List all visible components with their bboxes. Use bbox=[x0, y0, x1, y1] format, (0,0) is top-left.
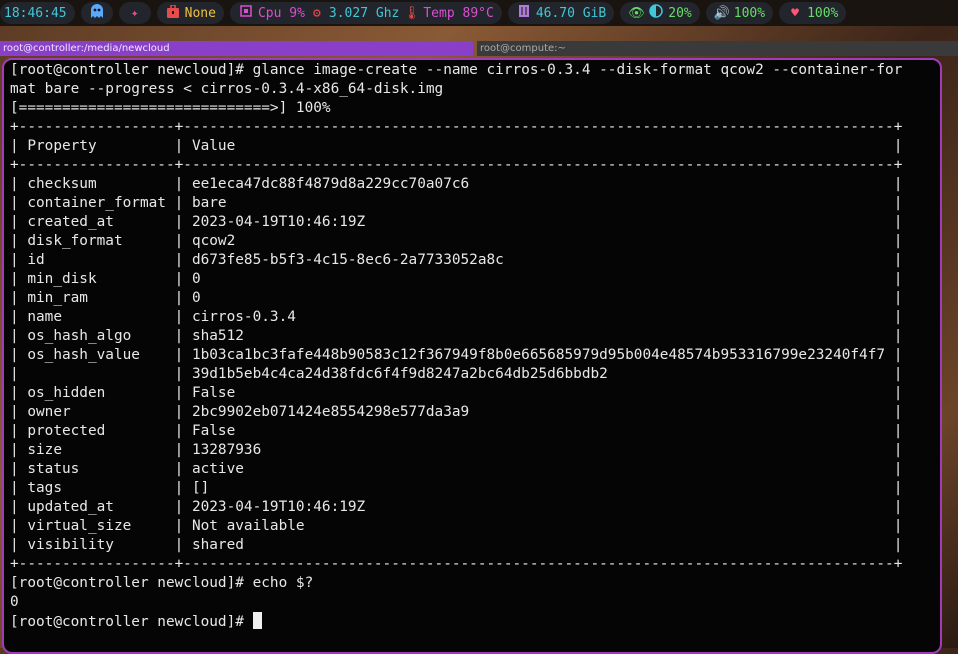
terminal-line: +------------------+--------------------… bbox=[10, 556, 903, 572]
clock-text: 18:46:45 bbox=[4, 5, 67, 21]
package-widget[interactable]: None bbox=[156, 2, 224, 24]
ghost-widget[interactable] bbox=[80, 2, 113, 24]
status-bar: 18:46:45 ✦ None Cpu 9% ⚙ 3.027 Ghz 🌡 Tem… bbox=[0, 0, 958, 26]
terminal-line: | size | 13287936 | bbox=[10, 442, 903, 458]
cpu-text: Cpu 9% bbox=[257, 5, 305, 21]
terminal-line: | visibility | shared | bbox=[10, 537, 903, 553]
terminal-line: | os_hash_value | 1b03ca1bc3fafe448b9058… bbox=[10, 347, 903, 363]
sparkle-icon: ✦ bbox=[130, 5, 139, 21]
terminal-line: | os_hidden | False | bbox=[10, 385, 903, 401]
terminal-line: | id | d673fe85-b5f3-4c15-8ec6-2a7733052… bbox=[10, 252, 903, 268]
terminal-tab-bar: root@controller:/media/newcloud root@com… bbox=[0, 41, 958, 56]
memory-icon bbox=[516, 4, 532, 22]
terminal-line: | owner | 2bc9902eb071424e8554298e577da3… bbox=[10, 404, 903, 420]
cpu-widget[interactable]: Cpu 9% ⚙ 3.027 Ghz 🌡 Temp 89°C bbox=[229, 2, 502, 24]
terminal-line: | created_at | 2023-04-19T10:46:19Z | bbox=[10, 214, 903, 230]
battery-text: 100% bbox=[807, 5, 839, 21]
shell-prompt: [root@controller newcloud]# bbox=[10, 614, 253, 630]
tab-controller[interactable]: root@controller:/media/newcloud bbox=[0, 41, 473, 56]
terminal-line: 0 bbox=[10, 594, 19, 610]
text-cursor bbox=[252, 612, 262, 629]
eye-icon: 👁 bbox=[628, 5, 645, 21]
terminal-line: | checksum | ee1eca47dc88f4879d8a229cc70… bbox=[10, 176, 903, 192]
temp-text: Temp 89°C bbox=[423, 5, 494, 21]
terminal-line: mat bare --progress < cirros-0.3.4-x86_6… bbox=[10, 81, 444, 97]
battery-widget[interactable]: ♥ 100% bbox=[779, 2, 847, 24]
half-circle-icon bbox=[648, 4, 664, 22]
volume-text: 100% bbox=[733, 5, 766, 21]
terminal-line: | os_hash_algo | sha512 | bbox=[10, 328, 903, 344]
terminal-line: | Property | Value | bbox=[10, 138, 903, 154]
cpu-freq-text: 3.027 Ghz bbox=[328, 5, 400, 21]
terminal-line: | name | cirros-0.3.4 | bbox=[10, 309, 903, 325]
terminal-line: | status | active | bbox=[10, 461, 903, 477]
terminal-window[interactable]: [root@controller newcloud]# glance image… bbox=[2, 58, 942, 654]
package-icon bbox=[165, 3, 181, 22]
heartbeat-icon: ♥ bbox=[791, 5, 799, 21]
terminal-line: | tags | [] | bbox=[10, 480, 903, 496]
terminal-line: +------------------+--------------------… bbox=[10, 119, 903, 135]
terminal-output: [root@controller newcloud]# glance image… bbox=[10, 61, 902, 631]
package-text: None bbox=[184, 5, 216, 21]
terminal-line: [root@controller newcloud]# echo $? bbox=[10, 575, 314, 591]
memory-widget[interactable]: 46.70 GiB bbox=[507, 2, 615, 24]
cpu-chip-icon bbox=[238, 4, 254, 22]
memory-text: 46.70 GiB bbox=[535, 5, 607, 21]
terminal-line: | virtual_size | Not available | bbox=[10, 518, 903, 534]
privacy-text: 20% bbox=[668, 5, 692, 21]
ghost-icon bbox=[89, 3, 105, 23]
gear-icon: ⚙ bbox=[312, 5, 321, 21]
terminal-line: [=============================>] 100% bbox=[10, 100, 331, 116]
sparkle-widget[interactable]: ✦ bbox=[118, 2, 151, 24]
speaker-icon: 🔊 bbox=[713, 5, 730, 21]
privacy-widget[interactable]: 👁 20% bbox=[620, 2, 700, 24]
terminal-line: | container_format | bare | bbox=[10, 195, 903, 211]
terminal-line: +------------------+--------------------… bbox=[10, 157, 903, 173]
terminal-line: | min_ram | 0 | bbox=[10, 290, 903, 306]
volume-widget[interactable]: 🔊 100% bbox=[705, 2, 774, 24]
terminal-line: | | 39d1b5eb4c4ca24d38fdc6f4f9d8247a2bc6… bbox=[10, 366, 903, 382]
terminal-line: | protected | False | bbox=[10, 423, 903, 439]
prompt-line[interactable]: [root@controller newcloud]# bbox=[10, 612, 902, 631]
terminal-line: [root@controller newcloud]# glance image… bbox=[10, 62, 903, 78]
clock-widget: 18:46:45 bbox=[0, 2, 75, 24]
terminal-line: | disk_format | qcow2 | bbox=[10, 233, 903, 249]
terminal-line: | updated_at | 2023-04-19T10:46:19Z | bbox=[10, 499, 903, 515]
terminal-line: | min_disk | 0 | bbox=[10, 271, 903, 287]
thermometer-icon: 🌡 bbox=[403, 5, 420, 21]
tab-compute[interactable]: root@compute:~ bbox=[477, 41, 958, 56]
